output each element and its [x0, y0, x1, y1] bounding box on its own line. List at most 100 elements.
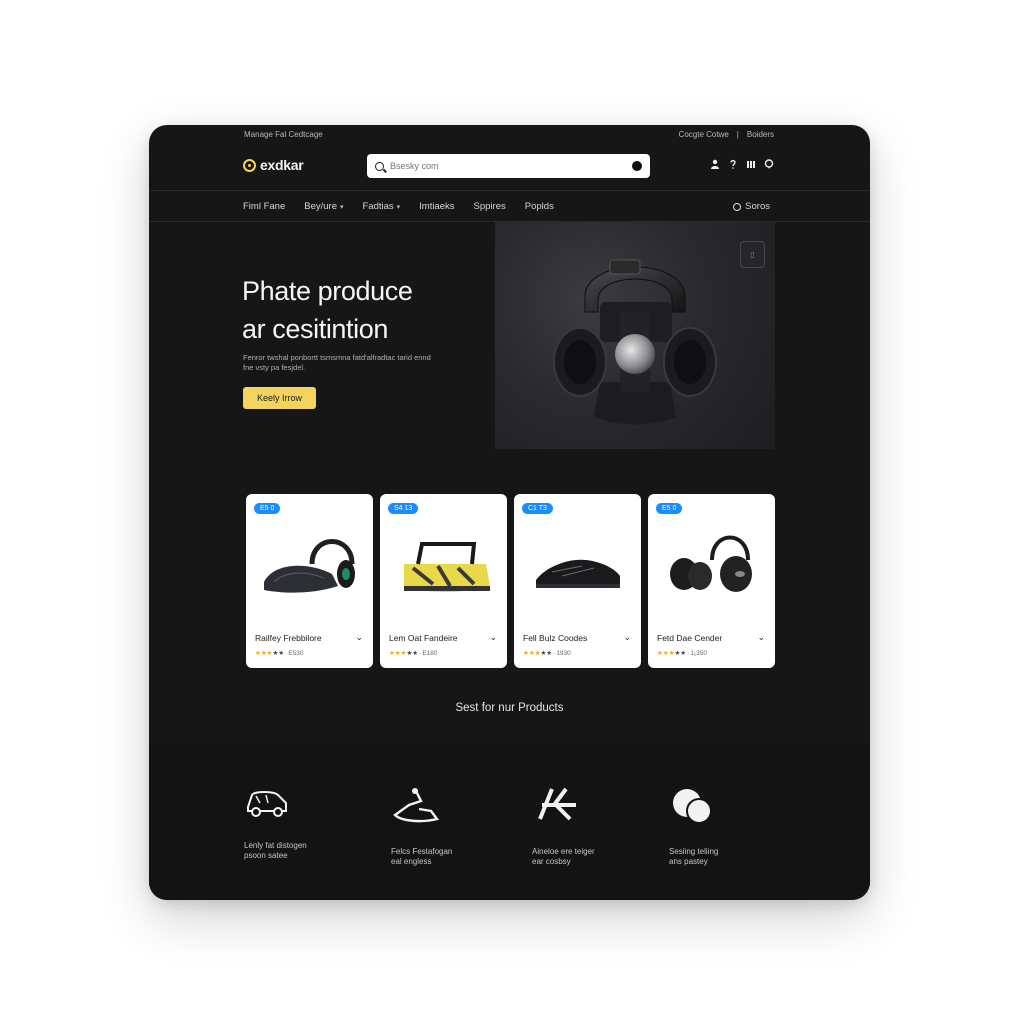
rating-value: 1930 — [556, 649, 571, 657]
hero-subtitle: Fenror twshal ponbortt tsmsmna fatd'alfr… — [243, 353, 431, 372]
product-name: Fell Bulz Coodes — [523, 633, 588, 643]
nav-search-label: Soros — [745, 201, 770, 212]
hero-title-line2: ar cesitintion — [242, 314, 388, 344]
utility-link-orders[interactable]: Boiders — [747, 130, 774, 139]
brand-logo[interactable]: exdkar — [243, 157, 304, 173]
nav-label: Fiml Fane — [243, 201, 286, 212]
nav-item-5[interactable]: Sppires — [474, 201, 506, 212]
voice-search-icon[interactable] — [632, 161, 642, 171]
chevron-down-icon[interactable]: ⌄ — [623, 632, 631, 643]
product-card[interactable]: E5 0 Railfey Frebbilore ⌄ ★★★★★ · E530 — [246, 494, 373, 668]
nav-item-1[interactable]: Fiml Fane — [243, 201, 285, 212]
product-image — [264, 539, 355, 593]
nav-label: Poplds — [524, 201, 554, 212]
product-name: Fetd Dae Cender — [657, 633, 723, 643]
product-name: Railfey Frebbilore — [255, 633, 322, 643]
product-rating: ★★★★★ · E180 — [389, 649, 438, 658]
nav-item-6[interactable]: Poplds — [525, 201, 554, 212]
search-icon — [375, 161, 384, 171]
utility-text: Manage Fal Cedtcage — [244, 130, 323, 139]
search-bar[interactable] — [367, 154, 650, 178]
hero-title: Phate produce ar cesitintion — [242, 272, 512, 348]
bookmark-icon[interactable]: ▯ — [740, 241, 765, 268]
chevron-down-icon[interactable]: ⌄ — [355, 632, 363, 643]
product-image — [670, 535, 752, 592]
product-card[interactable]: C1 T3 Fell Bulz Coodes ⌄ ★★★★★ · 1930 — [514, 494, 641, 668]
rating-value: E530 — [288, 649, 304, 657]
feature-line: Lenly fat distogen — [244, 841, 307, 850]
nav-label: Bey/ure — [304, 201, 337, 212]
price-tag: E5 0 — [254, 503, 281, 514]
product-card[interactable]: S4 13 Lem Oat Fandeire ⌄ ★★★★★ · E180 — [380, 494, 507, 668]
nav-item-2[interactable]: Bey/ure ▾ — [304, 201, 343, 212]
circles-icon — [673, 789, 712, 824]
product-image — [404, 542, 490, 592]
nav-label: Imtiaeks — [419, 201, 455, 212]
chevron-down-icon: ▾ — [396, 203, 401, 211]
hero-cta-button[interactable]: Keely Irrow — [243, 387, 316, 409]
feature-item: Lenly fat distogen psoon satee — [244, 785, 374, 861]
device-icon — [393, 788, 440, 823]
search-input[interactable] — [390, 161, 626, 171]
nav-search-link[interactable]: Soros — [733, 201, 770, 212]
hero-image: ▯ — [495, 222, 775, 449]
product-rating: ★★★★★ · 1930 — [523, 649, 571, 658]
feature-line: Aineloe ere teiger — [532, 847, 595, 856]
user-icon[interactable] — [710, 159, 720, 169]
feature-text: Felcs Festafogan eal engless — [391, 847, 521, 867]
help-icon[interactable] — [728, 159, 738, 169]
chevron-down-icon: ▾ — [339, 203, 344, 211]
product-rating: ★★★★★ · E530 — [255, 649, 304, 658]
product-rating: ★★★★★ · 1¡350 — [657, 649, 707, 658]
logo-text: exdkar — [260, 157, 304, 173]
nav-label: Fadtias — [362, 201, 394, 212]
price-tag: E5 0 — [656, 503, 683, 514]
headphones-product-image — [553, 259, 717, 425]
utility-link-contact[interactable]: Cocgte Cotwe — [679, 130, 729, 139]
feature-line: eal engless — [391, 857, 432, 866]
feature-item: Felcs Festafogan eal engless — [391, 785, 521, 867]
nav-item-3[interactable]: Fadtias ▾ — [363, 201, 401, 212]
star-rating-icon: ★★★★★ — [255, 650, 285, 657]
price-tag: C1 T3 — [522, 503, 553, 514]
utility-separator: | — [736, 130, 739, 139]
star-rating-icon: ★★★★★ — [389, 650, 419, 657]
header-actions — [710, 159, 774, 169]
feature-line: psoon satee — [244, 851, 288, 860]
price-tag: S4 13 — [388, 503, 419, 514]
product-card[interactable]: E5 0 Fetd Dae Cender ⌄ ★★★★★ · 1¡350 — [648, 494, 775, 668]
rating-value: E180 — [422, 649, 438, 657]
feature-item: Sesiing teliing ans pastey — [669, 785, 799, 867]
nav-item-4[interactable]: Imtiaeks — [419, 201, 454, 212]
brand-mark-icon — [538, 787, 576, 821]
feature-text: Lenly fat distogen psoon satee — [244, 841, 374, 861]
features-section: Lenly fat distogen psoon satee Felcs Fes… — [149, 745, 870, 900]
utility-links: Cocgte Cotwe | Boiders — [679, 130, 774, 139]
feature-text: Aineloe ere teiger ear cosbsy — [532, 847, 662, 867]
nav-label: Sppires — [473, 201, 506, 212]
chevron-down-icon[interactable]: ⌄ — [757, 632, 765, 643]
app-window: Manage Fal Cedtcage Cocgte Cotwe | Boide… — [149, 125, 870, 900]
feature-line: ear cosbsy — [532, 857, 571, 866]
rating-value: 1¡350 — [690, 649, 707, 657]
feature-item: Aineloe ere teiger ear cosbsy — [532, 785, 662, 867]
hero-title-line1: Phate produce — [242, 276, 413, 306]
product-grid: E5 0 Railfey Frebbilore ⌄ ★★★★★ · E530 S… — [246, 494, 775, 668]
wishlist-icon[interactable] — [746, 159, 756, 169]
product-image — [536, 559, 620, 588]
feature-line: Sesiing teliing — [669, 847, 719, 856]
feature-text: Sesiing teliing ans pastey — [669, 847, 799, 867]
feature-line: Felcs Festafogan — [391, 847, 453, 856]
car-icon — [247, 791, 287, 817]
logo-icon — [243, 158, 256, 172]
main-nav: Fiml Fane Bey/ure ▾ Fadtias ▾ Imtiaeks Spp… — [243, 201, 554, 212]
search-icon — [733, 202, 742, 211]
star-rating-icon: ★★★★★ — [523, 650, 553, 657]
top-utility-bar: Manage Fal Cedtcage Cocgte Cotwe | Boide… — [149, 125, 870, 145]
feature-line: ans pastey — [669, 857, 708, 866]
star-rating-icon: ★★★★★ — [657, 650, 687, 657]
cart-icon[interactable] — [764, 159, 774, 169]
chevron-down-icon[interactable]: ⌄ — [489, 632, 497, 643]
header-divider — [149, 190, 870, 191]
section-title: Sest for nur Products — [455, 702, 564, 714]
